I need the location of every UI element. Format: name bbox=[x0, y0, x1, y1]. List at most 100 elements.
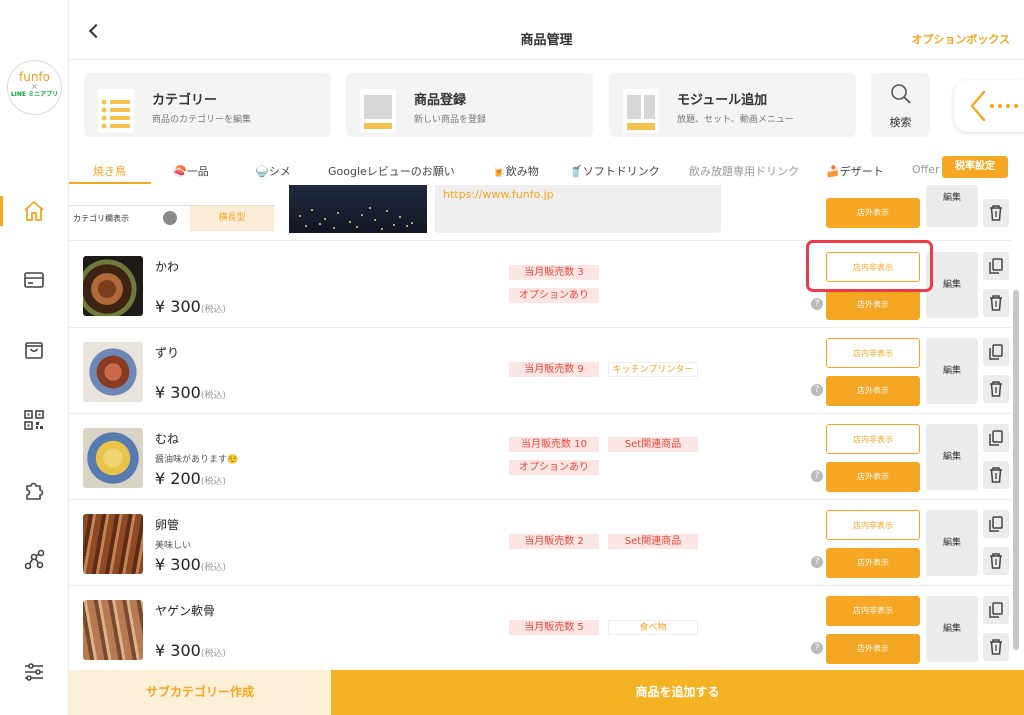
add-product-button[interactable]: 商品を追加する bbox=[331, 670, 1024, 715]
show-outside-button[interactable]: 店外表示 bbox=[826, 462, 920, 492]
page-header: 商品管理 オプションボックス bbox=[69, 0, 1024, 60]
edit-button[interactable]: 編集 bbox=[926, 252, 978, 318]
tab-dessert[interactable]: 🍰デザート bbox=[826, 163, 884, 179]
product-description: 美味しい bbox=[155, 541, 192, 551]
category-card-subtitle: 商品のカテゴリーを編集 bbox=[152, 115, 252, 125]
copy-icon bbox=[989, 602, 1003, 618]
layout-type-chip[interactable]: 横長型 bbox=[190, 206, 274, 231]
tab-shime[interactable]: 🍚シメ bbox=[255, 163, 291, 179]
category-display-toggle[interactable] bbox=[163, 211, 177, 225]
category-edit-button[interactable]: 編集 bbox=[926, 185, 978, 227]
sliders-icon[interactable] bbox=[22, 660, 46, 684]
show-outside-button[interactable]: 店外表示 bbox=[826, 548, 920, 578]
tax-setting-button[interactable]: 税率設定 bbox=[942, 156, 1008, 178]
table-row[interactable]: ヤゲン軟骨 ¥ 300(税込) 当月販売数 5 食べ物 店内非表示 ? 店外表示… bbox=[69, 586, 1012, 670]
edit-button[interactable]: 編集 bbox=[926, 510, 978, 576]
trash-icon bbox=[990, 553, 1002, 569]
help-icon[interactable]: ? bbox=[811, 384, 823, 396]
delete-button[interactable] bbox=[983, 547, 1009, 575]
option-badge: オプションあり bbox=[509, 288, 599, 303]
copy-icon bbox=[989, 430, 1003, 446]
sidebar-active-indicator bbox=[0, 196, 3, 226]
table-row[interactable]: 卵管 美味しい ¥ 300(税込) 当月販売数 2 Set関連商品 店内非表示 … bbox=[69, 500, 1012, 586]
show-outside-button[interactable]: 店外表示 bbox=[826, 376, 920, 406]
delete-button[interactable] bbox=[983, 461, 1009, 489]
product-price: ¥ 300(税込) bbox=[155, 641, 226, 660]
sidebar: funfo × LINE ミニアプリ bbox=[0, 0, 69, 715]
monthly-sales-badge: 当月販売数 10 bbox=[509, 437, 599, 452]
option-box-link[interactable]: オプションボックス bbox=[911, 31, 1010, 47]
product-name: ヤゲン軟骨 bbox=[155, 604, 216, 618]
table-row[interactable]: むね 醤油味があります☺️ ¥ 200(税込) 当月販売数 10 オプションあり… bbox=[69, 414, 1012, 500]
product-register-title: 商品登録 bbox=[414, 93, 467, 108]
card-icon[interactable] bbox=[22, 268, 46, 292]
tab-soft-drinks[interactable]: 🥤ソフトドリンク bbox=[569, 163, 660, 179]
trash-icon bbox=[990, 295, 1002, 311]
product-name: かわ bbox=[155, 260, 180, 274]
tab-yakitori[interactable]: 焼き鳥 bbox=[93, 163, 126, 179]
product-name: むね bbox=[155, 432, 180, 446]
monthly-sales-badge: 当月販売数 9 bbox=[509, 362, 599, 377]
active-tab-underline bbox=[69, 182, 151, 184]
trash-icon bbox=[990, 639, 1002, 655]
create-subcategory-button[interactable]: サブカテゴリー作成 bbox=[69, 670, 331, 715]
copy-button[interactable] bbox=[983, 510, 1009, 538]
search-label: 検索 bbox=[889, 116, 912, 129]
hide-in-store-button[interactable]: 店内非表示 bbox=[826, 424, 920, 454]
kitchen-printer-badge: キッチンプリンター bbox=[608, 362, 698, 377]
category-show-outside-button[interactable]: 店外表示 bbox=[826, 198, 920, 228]
hide-in-store-button[interactable]: 店内非表示 bbox=[826, 338, 920, 368]
tab-drinks[interactable]: 🍺飲み物 bbox=[492, 163, 539, 179]
tab-all-you-can-drink[interactable]: 飲み放題専用ドリンク bbox=[689, 163, 799, 179]
edit-button[interactable]: 編集 bbox=[926, 424, 978, 490]
hide-in-store-button[interactable]: 店内非表示 bbox=[826, 596, 920, 626]
product-price: ¥ 300(税込) bbox=[155, 383, 226, 402]
hide-in-store-button[interactable]: 店内非表示 bbox=[826, 510, 920, 540]
module-add-subtitle: 放題、セット、動画メニュー bbox=[677, 115, 794, 125]
arrow-left-dots-icon bbox=[970, 90, 1018, 122]
edit-button[interactable]: 編集 bbox=[926, 596, 978, 662]
category-delete-button[interactable] bbox=[983, 199, 1009, 227]
set-related-badge: Set関連商品 bbox=[608, 437, 698, 452]
show-outside-button[interactable]: 店外表示 bbox=[826, 634, 920, 664]
module-add-card[interactable]: モジュール追加 放題、セット、動画メニュー bbox=[609, 73, 856, 137]
table-row[interactable]: ずり ¥ 300(税込) 当月販売数 9 キッチンプリンター 店内非表示 ? 店… bbox=[69, 328, 1012, 414]
show-outside-button[interactable]: 店外表示 bbox=[826, 290, 920, 320]
product-register-card[interactable]: 商品登録 新しい商品を登録 bbox=[346, 73, 593, 137]
tab-offer[interactable]: Offer bbox=[912, 163, 940, 176]
product-photo bbox=[83, 256, 143, 316]
tab-ippin[interactable]: 🍣一品 bbox=[173, 163, 209, 179]
network-icon[interactable] bbox=[22, 548, 46, 572]
category-tabs: 焼き鳥 🍣一品 🍚シメ Googleレビューのお願い 🍺飲み物 🥤ソフトドリンク… bbox=[69, 155, 1024, 185]
category-url-box[interactable]: https://www.funfo.jp bbox=[435, 185, 721, 233]
help-icon[interactable]: ? bbox=[811, 470, 823, 482]
option-badge: オプションあり bbox=[509, 460, 599, 475]
copy-button[interactable] bbox=[983, 596, 1009, 624]
category-card-title: カテゴリー bbox=[152, 93, 218, 108]
home-icon[interactable] bbox=[22, 199, 46, 223]
delete-button[interactable] bbox=[983, 633, 1009, 661]
scrollbar[interactable] bbox=[1013, 290, 1019, 650]
set-related-badge: Set関連商品 bbox=[608, 534, 698, 549]
help-icon[interactable]: ? bbox=[811, 556, 823, 568]
delete-button[interactable] bbox=[983, 375, 1009, 403]
help-icon[interactable]: ? bbox=[811, 298, 823, 310]
puzzle-icon[interactable] bbox=[22, 478, 46, 502]
copy-button[interactable] bbox=[983, 338, 1009, 366]
qr-code-icon[interactable] bbox=[22, 408, 46, 432]
copy-button[interactable] bbox=[983, 424, 1009, 452]
copy-button[interactable] bbox=[983, 252, 1009, 280]
collapse-arrow-button[interactable] bbox=[954, 80, 1024, 132]
help-icon[interactable]: ? bbox=[811, 642, 823, 654]
tab-google-review[interactable]: Googleレビューのお願い bbox=[328, 163, 455, 179]
delete-button[interactable] bbox=[983, 289, 1009, 317]
shopping-bag-icon[interactable] bbox=[22, 338, 46, 362]
search-button[interactable]: 検索 bbox=[871, 73, 930, 137]
edit-button[interactable]: 編集 bbox=[926, 338, 978, 404]
trash-icon bbox=[990, 381, 1002, 397]
category-card[interactable]: カテゴリー 商品のカテゴリーを編集 bbox=[84, 73, 331, 137]
product-photo bbox=[83, 514, 143, 574]
category-url: https://www.funfo.jp bbox=[443, 188, 554, 201]
funfo-logo: funfo × LINE ミニアプリ bbox=[7, 60, 62, 115]
product-photo bbox=[83, 600, 143, 660]
